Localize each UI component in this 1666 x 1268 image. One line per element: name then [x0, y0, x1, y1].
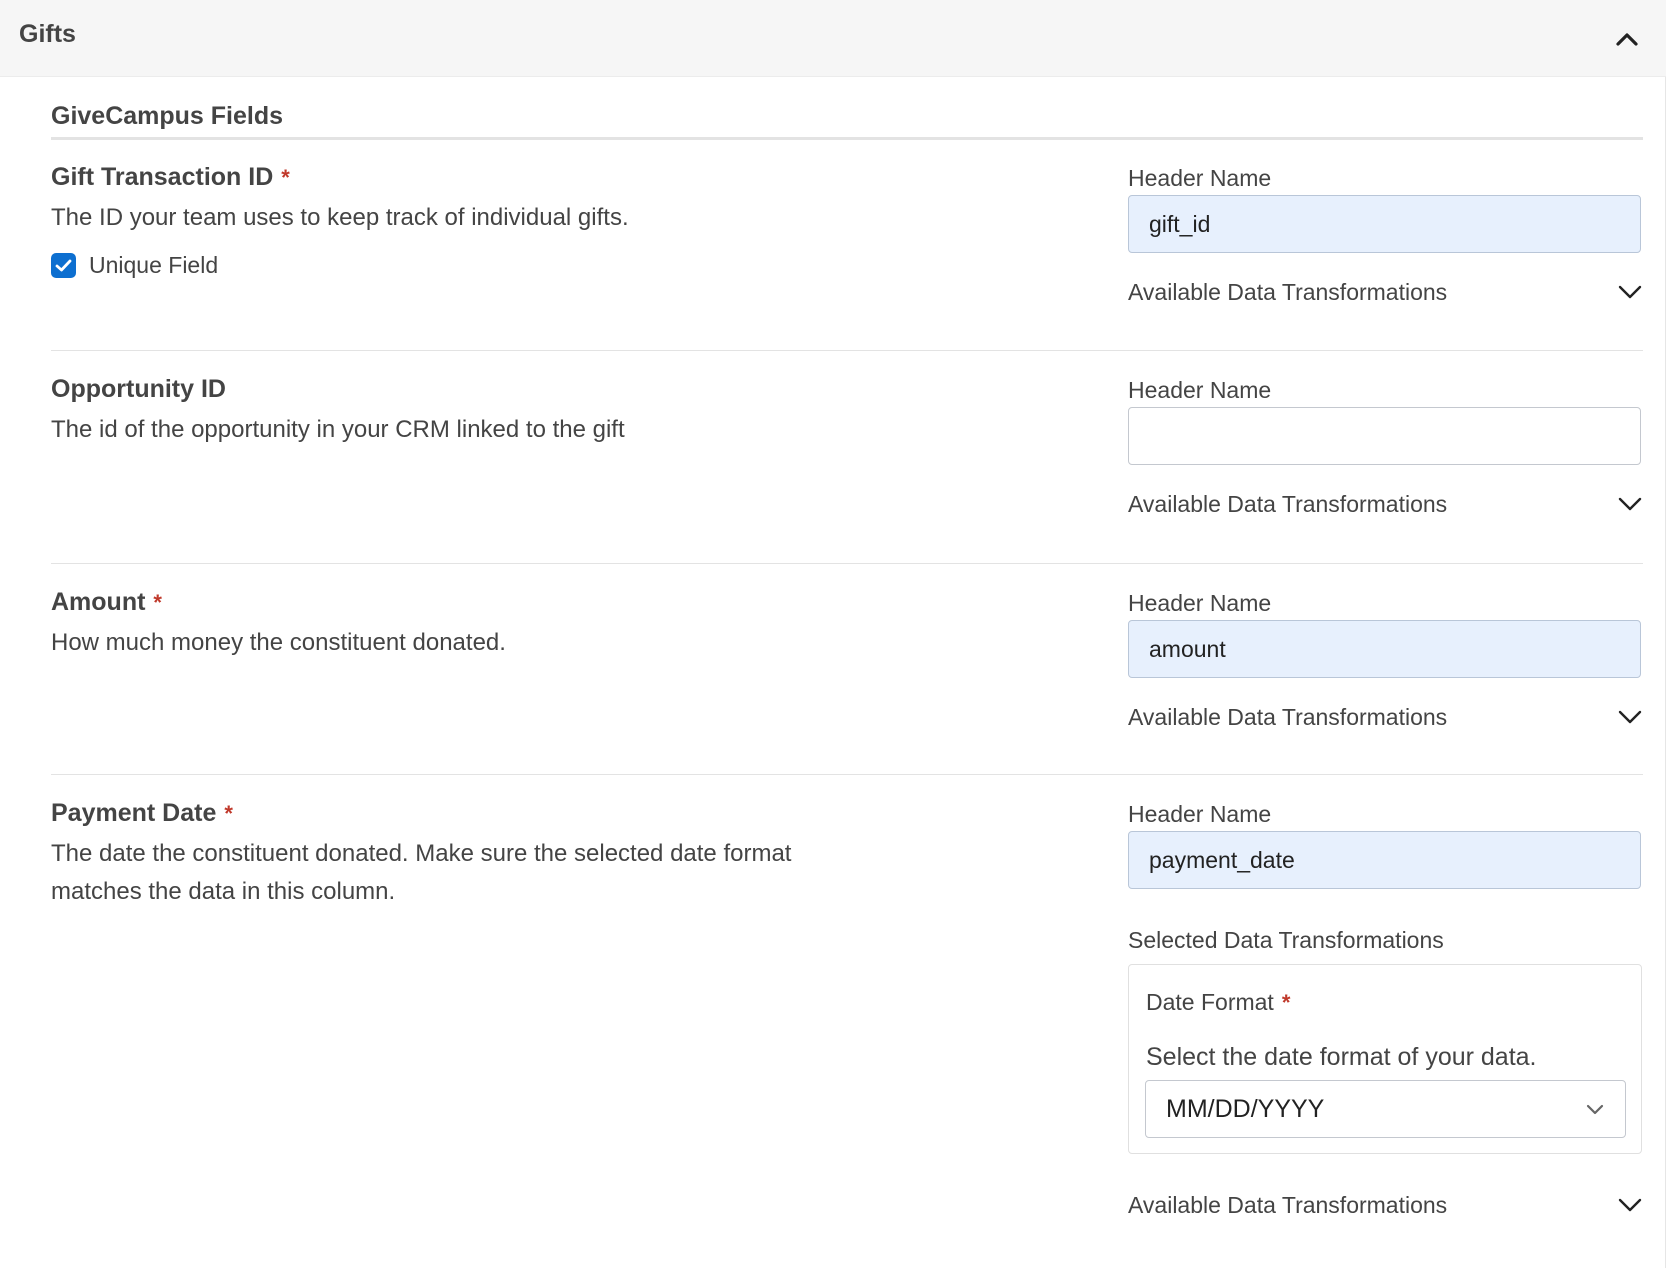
selected-transformations-label: Selected Data Transformations [1128, 927, 1444, 953]
header-name-input-opportunity-id[interactable] [1128, 407, 1641, 465]
field-description: The date the constituent donated. Make s… [51, 840, 792, 905]
date-format-transformation-card: Date Format * Select the date format of y… [1128, 964, 1642, 1154]
chevron-down-icon [1618, 285, 1642, 299]
gifts-panel-header[interactable]: Gifts [0, 0, 1666, 77]
field-label: Opportunity ID [51, 375, 226, 403]
header-name-label: Header Name [1128, 590, 1272, 616]
available-transformations-toggle[interactable]: Available Data Transformations [1128, 275, 1643, 309]
required-marker: * [224, 801, 233, 826]
field-label: Payment Date * [51, 799, 233, 827]
section-title: GiveCampus Fields [51, 102, 284, 130]
date-format-description: Select the date format of your data. [1146, 1043, 1537, 1071]
checkbox-checked-icon[interactable] [51, 253, 76, 278]
date-format-select[interactable]: MM/DD/YYYY [1145, 1080, 1626, 1138]
available-transformations-label: Available Data Transformations [1128, 490, 1448, 517]
header-name-input-amount[interactable] [1128, 620, 1641, 678]
field-description: The id of the opportunity in your CRM li… [51, 416, 625, 443]
available-transformations-label: Available Data Transformations [1128, 1191, 1448, 1218]
field-label: Gift Transaction ID * [51, 163, 290, 191]
panel-title: Gifts [19, 20, 76, 48]
header-name-label: Header Name [1128, 165, 1272, 191]
required-marker: * [1281, 990, 1291, 1015]
required-marker: * [281, 165, 290, 190]
header-name-label: Header Name [1128, 377, 1272, 403]
collapse-button[interactable] [1610, 22, 1644, 56]
available-transformations-toggle[interactable]: Available Data Transformations [1128, 1188, 1643, 1222]
field-description: The ID your team uses to keep track of i… [51, 204, 629, 231]
date-format-selected-value: MM/DD/YYYY [1166, 1094, 1325, 1123]
chevron-down-icon [1618, 1198, 1642, 1212]
field-description: How much money the constituent donated. [51, 629, 506, 656]
chevron-down-icon [1618, 710, 1642, 724]
unique-field-checkbox[interactable]: Unique Field [51, 252, 218, 279]
available-transformations-toggle[interactable]: Available Data Transformations [1128, 700, 1643, 734]
unique-field-label: Unique Field [89, 252, 219, 278]
checkmark-icon [55, 259, 72, 272]
row-divider [51, 350, 1643, 351]
required-marker: * [153, 590, 162, 615]
section-divider [51, 137, 1643, 140]
chevron-down-icon [1618, 497, 1642, 511]
available-transformations-toggle[interactable]: Available Data Transformations [1128, 487, 1643, 521]
available-transformations-label: Available Data Transformations [1128, 278, 1448, 305]
header-name-label: Header Name [1128, 801, 1272, 827]
chevron-down-icon [1586, 1104, 1604, 1114]
field-label: Amount * [51, 588, 162, 616]
available-transformations-label: Available Data Transformations [1128, 703, 1448, 730]
chevron-up-icon [1616, 33, 1638, 46]
header-name-input-payment-date[interactable] [1128, 831, 1641, 889]
row-divider [51, 774, 1643, 775]
row-divider [51, 563, 1643, 564]
date-format-title: Date Format * [1146, 989, 1291, 1015]
header-name-input-gift-id[interactable] [1128, 195, 1641, 253]
